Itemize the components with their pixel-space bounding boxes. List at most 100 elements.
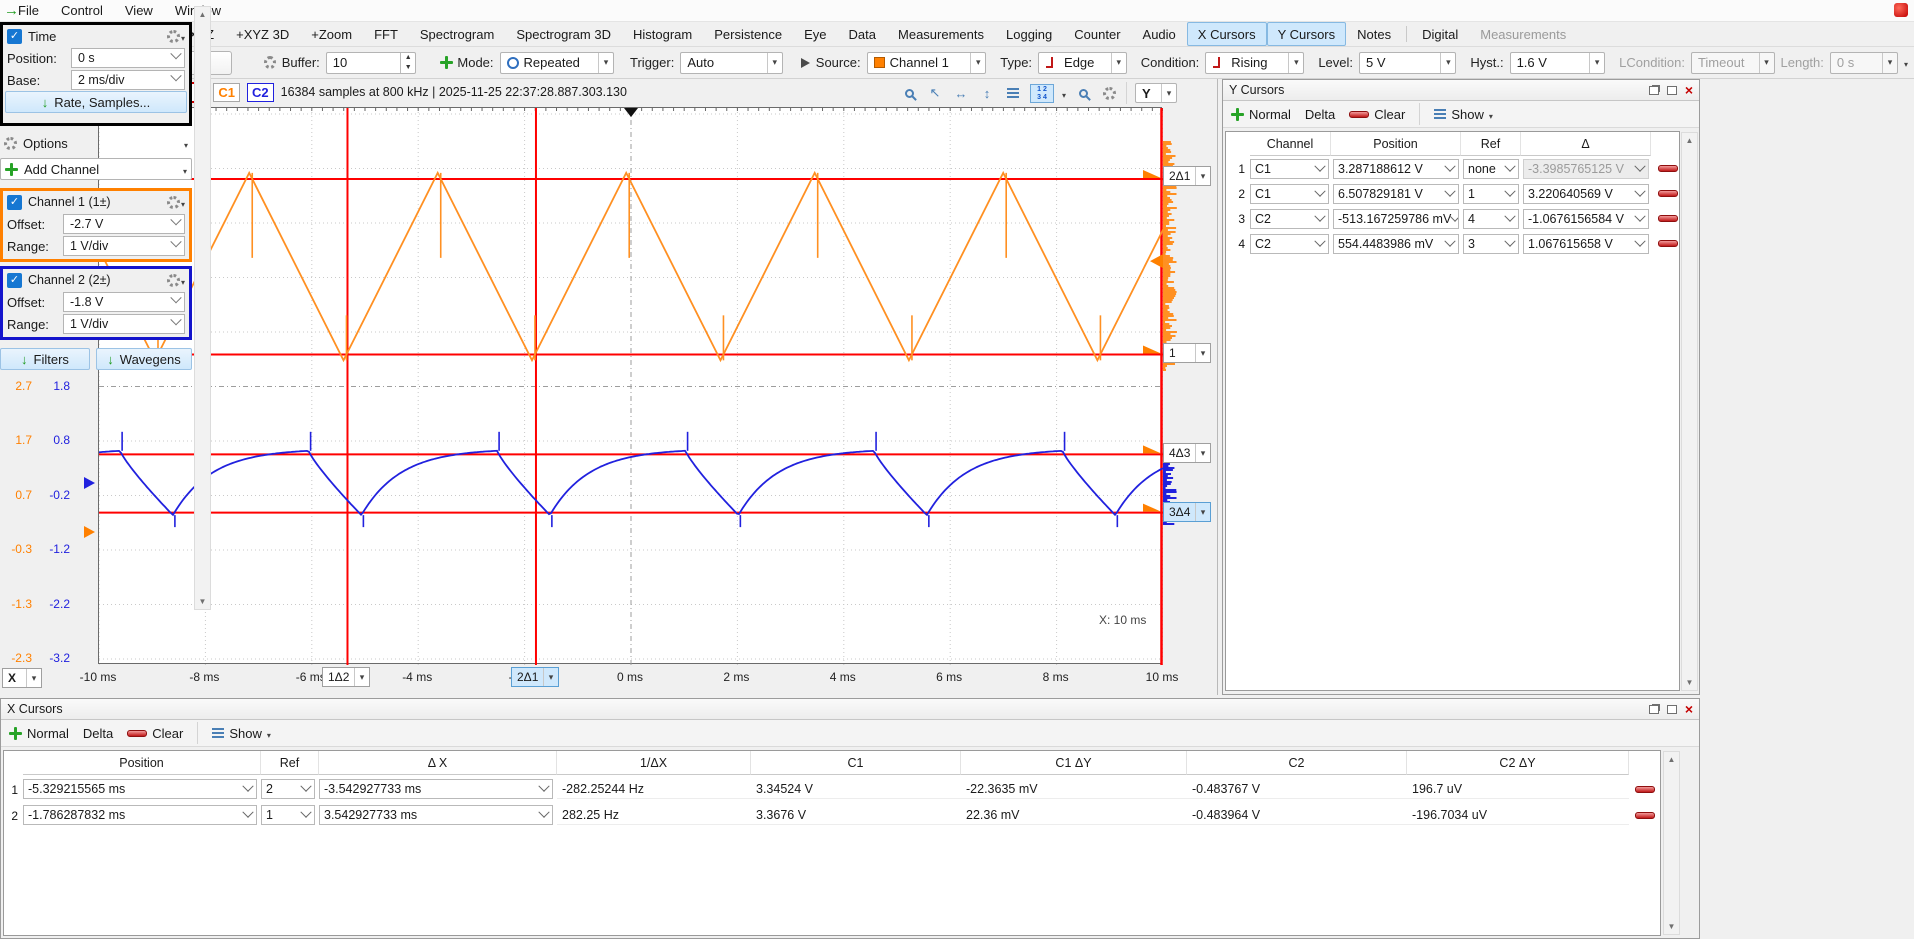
menu-control[interactable]: Control xyxy=(51,1,113,20)
wavegens-button[interactable]: Wavegens xyxy=(96,348,192,370)
cursor-position-select[interactable]: -5.329215565 ms xyxy=(23,779,257,799)
clear-cursors-button[interactable]: Clear xyxy=(1349,107,1405,122)
tab-spectrogram-3d[interactable]: Spectrogram 3D xyxy=(505,22,622,46)
channel2-toggle[interactable]: C2 xyxy=(247,83,274,102)
tab-digital[interactable]: Digital xyxy=(1411,22,1469,46)
mode-select[interactable]: Repeated xyxy=(500,52,614,74)
cursor-dx-select[interactable]: 3.542927733 ms xyxy=(319,805,553,825)
view-dropdown-icon[interactable] xyxy=(1062,86,1066,101)
cursor-ref-select[interactable]: 1 xyxy=(261,805,315,825)
add-delta-cursor-button[interactable]: Delta xyxy=(83,726,113,741)
cursor-position-select[interactable]: -1.786287832 ms xyxy=(23,805,257,825)
y-cursor-tag-3[interactable]: 3Δ4 xyxy=(1163,502,1211,522)
cursor-position-select[interactable]: 554.4483986 mV xyxy=(1333,234,1459,254)
remove-cursor-button[interactable] xyxy=(1658,165,1678,172)
fit-height-icon[interactable]: ↕ xyxy=(978,84,996,102)
tab--zoom[interactable]: +Zoom xyxy=(300,22,363,46)
y-cursor-tag-1[interactable]: 1 xyxy=(1163,343,1211,363)
y-axis-button[interactable]: Y xyxy=(1135,83,1177,103)
buffer-gear-icon[interactable] xyxy=(264,56,276,69)
cursor-ref-select[interactable]: none xyxy=(1463,159,1519,179)
lcondition-select[interactable]: Timeout xyxy=(1691,52,1775,74)
channel1-toggle[interactable]: C1 xyxy=(213,83,240,102)
cursor-ref-select[interactable]: 1 xyxy=(1463,184,1519,204)
cursor-ref-select[interactable]: 3 xyxy=(1463,234,1519,254)
tab--xyz-3d[interactable]: +XYZ 3D xyxy=(225,22,300,46)
cursor-ref-select[interactable]: 2 xyxy=(261,779,315,799)
x-table-scrollbar[interactable]: ▲▼ xyxy=(1663,751,1680,935)
add-normal-cursor-button[interactable]: Normal xyxy=(1231,107,1291,122)
zoom-in-icon[interactable] xyxy=(900,84,918,102)
buffer-spinner[interactable]: 10 ▲▼ xyxy=(326,52,416,74)
clear-cursors-button[interactable]: Clear xyxy=(127,726,183,741)
tab-audio[interactable]: Audio xyxy=(1132,22,1187,46)
remove-cursor-button[interactable] xyxy=(1658,240,1678,247)
condition-select[interactable]: Rising xyxy=(1205,52,1304,74)
c2-ground-marker-icon[interactable] xyxy=(84,477,95,489)
channel1-checkbox[interactable] xyxy=(7,195,22,210)
x-cursor-tag-2[interactable]: 2Δ1 xyxy=(511,667,559,687)
remove-cursor-button[interactable] xyxy=(1635,812,1655,819)
tab-measurements[interactable]: Measurements xyxy=(887,22,995,46)
quad-view-icon[interactable] xyxy=(1030,84,1054,103)
source-select[interactable]: Channel 1 xyxy=(867,52,987,74)
scope-plot-svg[interactable]: X: 10 ms xyxy=(99,108,1163,665)
tab-histogram[interactable]: Histogram xyxy=(622,22,703,46)
maximize-icon[interactable] xyxy=(1667,86,1677,95)
channel1-offset-select[interactable]: -2.7 V xyxy=(63,214,185,234)
cursor-position-select[interactable]: 6.507829181 V xyxy=(1333,184,1459,204)
show-menu-button[interactable]: Show xyxy=(1434,107,1493,122)
close-icon[interactable]: × xyxy=(1685,704,1693,714)
search-zoom-icon[interactable] xyxy=(1074,84,1092,102)
tab-eye[interactable]: Eye xyxy=(793,22,837,46)
channel2-checkbox[interactable] xyxy=(7,273,22,288)
add-delta-cursor-button[interactable]: Delta xyxy=(1305,107,1335,122)
cursor-delta-select[interactable]: -1.0676156584 V xyxy=(1523,209,1649,229)
show-menu-button[interactable]: Show xyxy=(212,726,271,741)
channel2-gear-icon[interactable] xyxy=(167,273,185,288)
cursor-channel-select[interactable]: C2 xyxy=(1250,209,1329,229)
restore-icon[interactable] xyxy=(1649,86,1659,95)
waveform-plot[interactable]: X: 10 ms xyxy=(98,107,1162,664)
fit-width-icon[interactable]: ↔ xyxy=(952,84,970,102)
tab-measurements[interactable]: Measurements xyxy=(1469,22,1577,46)
level-select[interactable]: 5 V xyxy=(1359,52,1456,74)
filters-button[interactable]: Filters xyxy=(0,348,90,370)
maximize-icon[interactable] xyxy=(1667,705,1677,714)
menu-view[interactable]: View xyxy=(115,1,163,20)
c1-ground-marker-icon[interactable] xyxy=(84,526,95,538)
trigger-flag-icon[interactable] xyxy=(801,58,810,68)
cursor-delta-select[interactable]: 1.067615658 V xyxy=(1523,234,1649,254)
close-icon[interactable]: × xyxy=(1685,85,1693,95)
tab-x-cursors[interactable]: X Cursors xyxy=(1187,22,1267,46)
toolbar-overflow-icon[interactable] xyxy=(1904,55,1908,70)
tab-data[interactable]: Data xyxy=(838,22,887,46)
pointer-mode-icon[interactable]: ↖ xyxy=(926,84,944,102)
time-base-select[interactable]: 2 ms/div xyxy=(71,70,185,90)
settings-scrollbar[interactable]: ▲▼ xyxy=(194,6,211,610)
cursor-position-select[interactable]: -513.167259786 mV xyxy=(1333,209,1459,229)
y-cursor-tag-4[interactable]: 4Δ3 xyxy=(1163,443,1211,463)
tab-persistence[interactable]: Persistence xyxy=(703,22,793,46)
add-mode-icon[interactable] xyxy=(440,56,451,69)
tab-notes[interactable]: Notes xyxy=(1346,22,1402,46)
collapse-right-icon[interactable]: → xyxy=(4,2,19,19)
tab-spectrogram[interactable]: Spectrogram xyxy=(409,22,505,46)
add-channel-button[interactable]: Add Channel xyxy=(0,158,192,180)
time-position-select[interactable]: 0 s xyxy=(71,48,185,68)
cursor-channel-select[interactable]: C1 xyxy=(1250,159,1329,179)
y-cursor-tag-2[interactable]: 2Δ1 xyxy=(1163,166,1211,186)
x-cursor-tag-1[interactable]: 1Δ2 xyxy=(322,667,370,687)
cursor-channel-select[interactable]: C1 xyxy=(1250,184,1329,204)
hysteresis-select[interactable]: 1.6 V xyxy=(1510,52,1606,74)
remove-cursor-button[interactable] xyxy=(1658,190,1678,197)
channel2-offset-select[interactable]: -1.8 V xyxy=(63,292,185,312)
options-button[interactable]: Options xyxy=(0,132,192,154)
cursor-channel-select[interactable]: C2 xyxy=(1250,234,1329,254)
tab-y-cursors[interactable]: Y Cursors xyxy=(1267,22,1347,46)
time-gear-icon[interactable] xyxy=(167,29,185,44)
x-axis-button[interactable]: X xyxy=(2,668,42,688)
time-checkbox[interactable] xyxy=(7,29,22,44)
cursor-delta-select[interactable]: 3.220640569 V xyxy=(1523,184,1649,204)
plot-gear-icon[interactable] xyxy=(1100,84,1118,102)
